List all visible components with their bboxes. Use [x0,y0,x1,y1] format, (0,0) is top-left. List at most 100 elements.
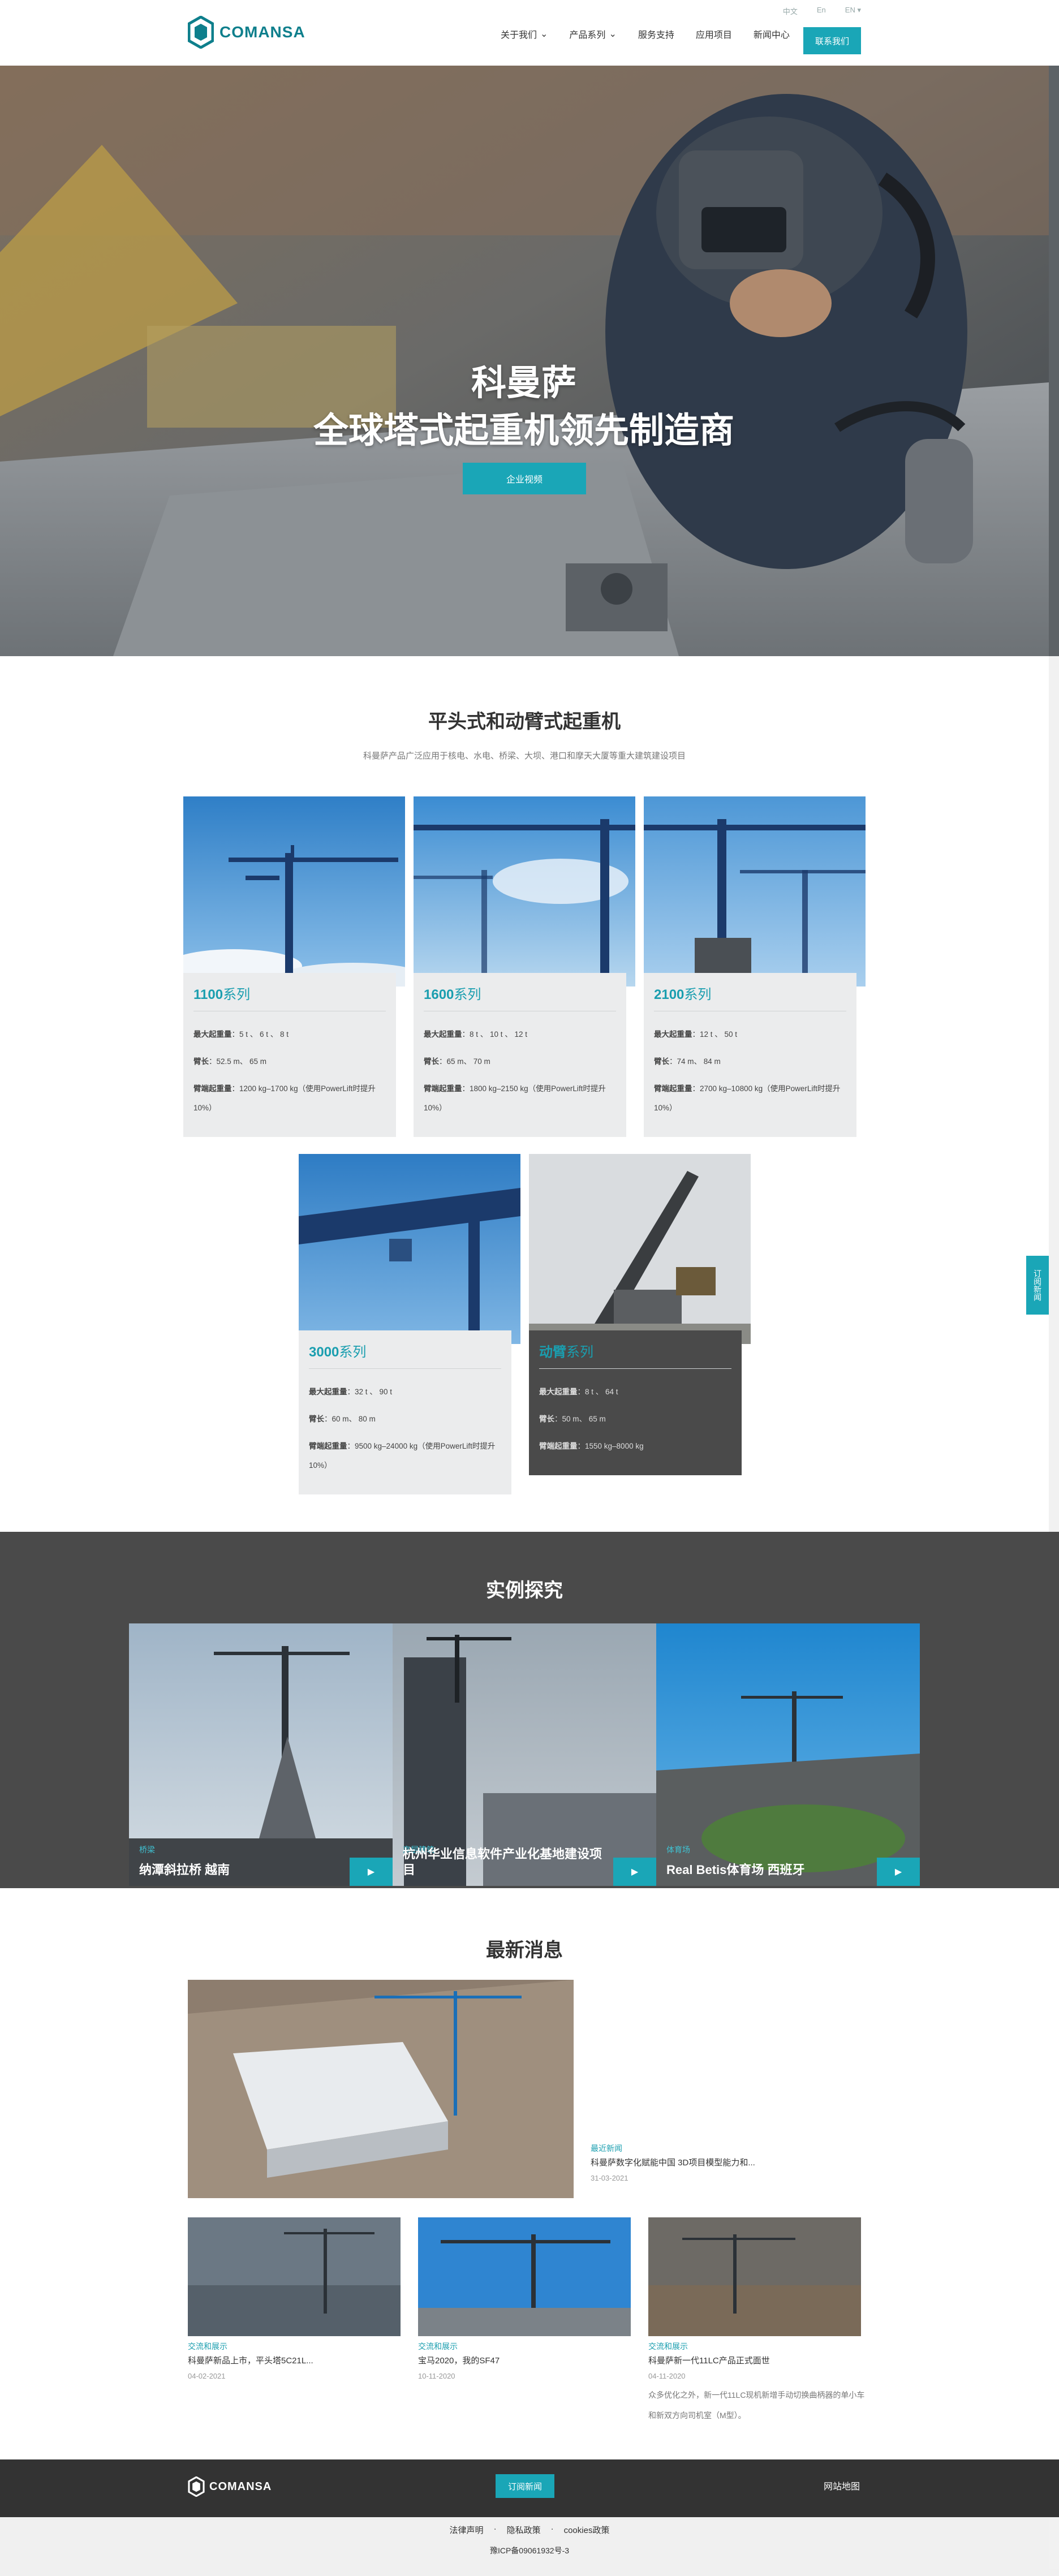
legal-notice-link[interactable]: 法律声明 [450,2524,484,2536]
play-icon[interactable]: ▶ [613,1858,656,1886]
spec-jib: 臂长：65 m、 70 m [424,1052,616,1071]
news-item-2-meta[interactable]: 交流和展示 宝马2020，我的SF47 10-11-2020 [418,2341,500,2380]
series-number: 1600 [424,987,454,1002]
case-card-highrise[interactable]: 高层建筑 杭州华业信息软件产业化基地建设项目 ▶ [393,1623,656,1886]
hero-banner: 科曼萨 全球塔式起重机领先制造商 企业视频 [0,66,1059,656]
news-date: 04-02-2021 [188,2372,226,2380]
case-card-stadium[interactable]: 体育场 Real Betis体育场 西班牙 ▶ [656,1623,920,1886]
play-icon[interactable]: ▶ [877,1858,920,1886]
product-card-luffing[interactable]: 动臂系列 最大起重量：8 t 、 64 t 臂长：50 m、 65 m 臂端起重… [529,1154,751,1475]
product-card-1600[interactable]: 1600系列 最大起重量：8 t 、 10 t 、 12 t 臂长：65 m、 … [414,796,635,1137]
news-date: 04-11-2020 [648,2372,686,2380]
spec-value: ：74 m、 84 m [669,1057,721,1066]
spec-value: ：32 t 、 90 t [347,1388,393,1396]
spec-max-load: 最大起重量：12 t 、 50 t [654,1025,846,1044]
legal-links: 法律声明 · 隐私政策 · cookies政策 [0,2524,1059,2536]
news-category: 最近新闻 [591,2144,622,2153]
spec-label: 臂长 [193,1057,209,1066]
nav-news[interactable]: 新闻中心 [754,27,790,41]
nav-service[interactable]: 服务支持 [638,27,674,41]
news-category: 交流和展示 [648,2342,688,2351]
news-headline[interactable]: 宝马2020，我的SF47 [418,2354,500,2366]
privacy-policy-link[interactable]: 隐私政策 [507,2524,541,2536]
featured-news-image[interactable] [188,1980,574,2198]
card-body: 2100系列 最大起重量：12 t 、 50 t 臂长：74 m、 84 m 臂… [644,973,856,1137]
spec-value: ：50 m、 65 m [554,1415,606,1423]
news-category: 交流和展示 [418,2342,458,2351]
series-title: 3000系列 [309,1341,501,1369]
product-card-1100[interactable]: 1100系列 最大起重量：5 t 、 6 t 、 8 t 臂长：52.5 m、 … [166,796,427,1137]
spec-label: 臂端起重量 [654,1084,692,1093]
nav-service-label: 服务支持 [638,31,674,40]
spec-max-load: 最大起重量：8 t 、 10 t 、 12 t [424,1025,616,1044]
case-card-bridge[interactable]: 桥梁 纳潭斜拉桥 越南 ▶ [129,1623,393,1886]
latest-news-section: 最新消息 最近新闻 科曼萨数字化赋能中国 3D项目模型能力和... 31-03-… [0,1888,1059,2459]
cookies-policy-link[interactable]: cookies政策 [564,2524,610,2536]
series-title: 2100系列 [654,983,846,1011]
footer-logo[interactable]: COMANSA [188,2476,272,2497]
spec-jib: 臂长：60 m、 80 m [309,1410,501,1429]
news-headline[interactable]: 科曼萨数字化赋能中国 3D项目模型能力和... [591,2156,755,2168]
news-thumb-1[interactable] [188,2217,401,2336]
series-number: 1100 [193,987,223,1002]
products-subtitle: 科曼萨产品广泛应用于核电、水电、桥梁、大坝、港口和摩天大厦等重大建筑建设项目 [363,751,686,761]
series-title: 1100系列 [193,983,386,1011]
icp-record[interactable]: 豫ICP备09061932号-3 [0,2545,1059,2556]
subscribe-news-button[interactable]: 订阅新闻 [496,2474,554,2498]
spec-tip-load: 臂端起重量：1550 kg–8000 kg [539,1437,731,1456]
spec-label: 臂长 [654,1057,669,1066]
crane-1100-image [166,796,427,992]
series-number: 动臂 [539,1345,566,1360]
spec-label: 最大起重量 [424,1030,462,1039]
play-icon[interactable]: ▶ [350,1858,393,1886]
news-category: 交流和展示 [188,2342,227,2351]
language-switcher: 中文 En EN ▾ [783,6,861,16]
card-body: 动臂系列 最大起重量：8 t 、 64 t 臂长：50 m、 65 m 臂端起重… [529,1330,742,1475]
nav-about-label: 关于我们 [501,31,537,40]
crane-1600-image [414,796,635,987]
comansa-logo[interactable]: COMANSA [188,16,305,49]
product-card-2100[interactable]: 2100系列 最大起重量：12 t 、 50 t 臂长：74 m、 84 m 臂… [644,796,866,1137]
nav-projects[interactable]: 应用项目 [696,27,732,41]
spec-label: 最大起重量 [309,1388,347,1396]
case-name: 杭州华业信息软件产业化基地建设项目 [403,1847,602,1877]
series-number: 2100 [654,987,685,1002]
news-thumb-3[interactable] [648,2217,861,2336]
footer-logo-text: COMANSA [209,2480,272,2493]
case-category: 体育场 [666,1845,690,1854]
news-thumb-2[interactable] [418,2217,631,2336]
card-body: 1600系列 最大起重量：8 t 、 10 t 、 12 t 臂长：65 m、 … [414,973,626,1137]
spec-jib: 臂长：50 m、 65 m [539,1410,731,1429]
spec-max-load: 最大起重量：5 t 、 6 t 、 8 t [193,1025,386,1044]
spec-value: ：8 t 、 10 t 、 12 t [462,1030,528,1039]
company-video-button[interactable]: 企业视频 [463,463,586,494]
series-number: 3000 [309,1345,339,1360]
product-card-3000[interactable]: 3000系列 最大起重量：32 t 、 90 t 臂长：60 m、 80 m 臂… [299,1154,520,1494]
chevron-down-icon: ⌄ [609,29,617,39]
nav-projects-label: 应用项目 [695,31,732,40]
news-headline[interactable]: 科曼萨新品上市，平头塔5C21L... [188,2354,313,2366]
nav-about[interactable]: 关于我们 ⌄ [501,27,548,41]
lang-zh[interactable]: 中文 [783,6,798,16]
sitemap-link[interactable]: 网站地图 [824,2479,860,2492]
news-date: 31-03-2021 [591,2174,628,2182]
spec-value: ：1550 kg–8000 kg [577,1442,644,1450]
hero-title-line2: 全球塔式起重机领先制造商 [313,411,734,450]
news-headline[interactable]: 科曼萨新一代11LC产品正式面世 [648,2354,866,2366]
series-suffix: 系列 [566,1345,593,1360]
contact-button[interactable]: 联系我们 [803,27,861,54]
lang-en-short[interactable]: En [817,6,826,16]
featured-news-meta[interactable]: 最近新闻 科曼萨数字化赋能中国 3D项目模型能力和... 31-03-2021 [591,2143,755,2182]
news-item-3-meta[interactable]: 交流和展示 科曼萨新一代11LC产品正式面世 04-11-2020 众多优化之外… [648,2341,866,2426]
series-suffix: 系列 [223,987,251,1002]
spec-label: 臂端起重量 [309,1442,347,1450]
series-suffix: 系列 [684,987,712,1002]
nav-products[interactable]: 产品系列 ⌄ [569,27,616,41]
hero-title: 科曼萨 全球塔式起重机领先制造商 [0,360,1048,455]
chevron-down-icon: ⌄ [540,29,548,39]
spec-tip-load: 臂端起重量：1800 kg–2150 kg（使用PowerLift时提升10%） [424,1079,616,1118]
spec-label: 最大起重量 [539,1388,578,1396]
spec-label: 臂长 [539,1415,554,1423]
news-item-1-meta[interactable]: 交流和展示 科曼萨新品上市，平头塔5C21L... 04-02-2021 [188,2341,313,2380]
lang-dropdown[interactable]: EN ▾ [845,6,861,16]
